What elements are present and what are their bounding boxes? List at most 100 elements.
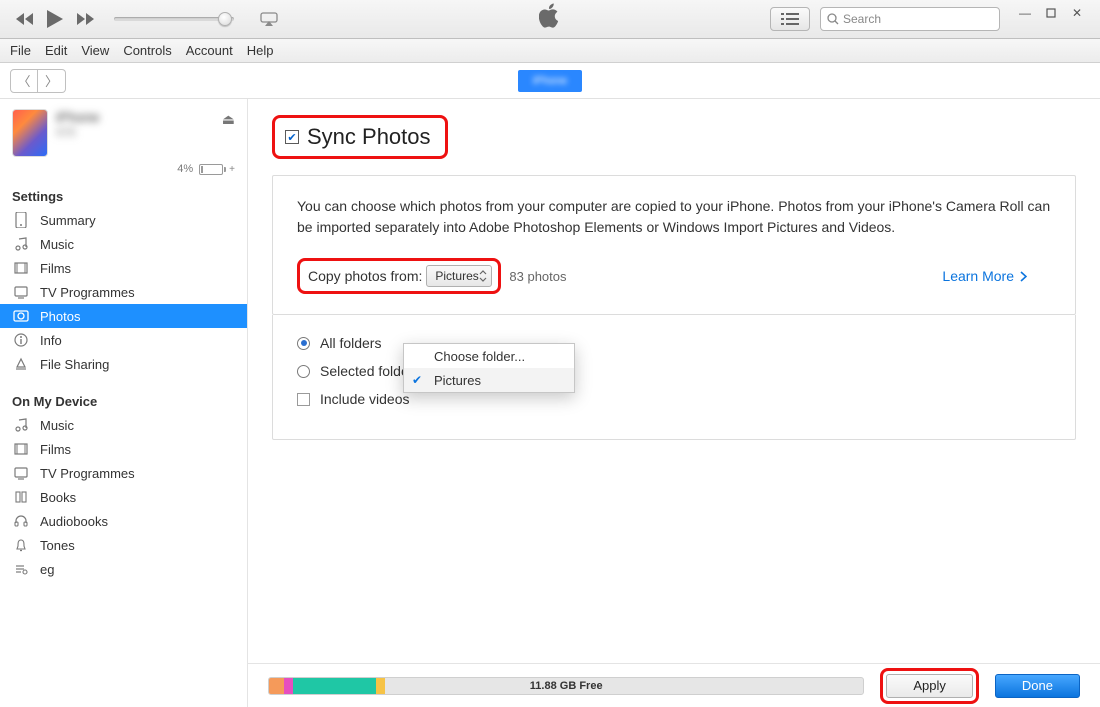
flyout-pictures[interactable]: ✔Pictures bbox=[404, 368, 574, 392]
footer: 11.88 GB Free Apply Done bbox=[248, 663, 1100, 707]
photos-icon bbox=[12, 307, 30, 325]
window-maximize-button[interactable] bbox=[1042, 6, 1060, 20]
sync-photos-title: Sync Photos bbox=[307, 124, 431, 150]
search-input[interactable]: Search bbox=[820, 7, 1000, 31]
tv-icon bbox=[12, 283, 30, 301]
sidebar-item-device-eg[interactable]: eg bbox=[0, 557, 247, 581]
learn-more-link[interactable]: Learn More bbox=[942, 268, 1027, 284]
flyout-choose-folder[interactable]: Choose folder... bbox=[404, 344, 574, 368]
sidebar-item-device-books[interactable]: Books bbox=[0, 485, 247, 509]
airplay-icon[interactable] bbox=[256, 6, 282, 32]
sidebar-item-label: eg bbox=[40, 562, 54, 577]
music-icon bbox=[12, 235, 30, 253]
sidebar-item-filesharing[interactable]: File Sharing bbox=[0, 352, 247, 376]
sidebar-item-label: TV Programmes bbox=[40, 285, 135, 300]
sidebar-item-label: Info bbox=[40, 333, 62, 348]
menubar: File Edit View Controls Account Help bbox=[0, 39, 1100, 63]
device-header[interactable]: iPhone iOS ⏏ bbox=[0, 99, 247, 163]
eject-icon[interactable]: ⏏ bbox=[222, 109, 235, 128]
device-pill[interactable]: iPhone bbox=[518, 70, 582, 92]
window-minimize-button[interactable]: — bbox=[1016, 6, 1034, 20]
storage-free-label: 11.88 GB Free bbox=[530, 680, 603, 692]
done-button[interactable]: Done bbox=[995, 674, 1080, 698]
tones-icon bbox=[12, 536, 30, 554]
volume-slider[interactable] bbox=[114, 17, 234, 21]
battery-percent: 4% bbox=[177, 163, 193, 175]
sidebar-item-summary[interactable]: Summary bbox=[0, 208, 247, 232]
sync-photos-highlight: ✔ Sync Photos bbox=[272, 115, 448, 159]
device-name: iPhone bbox=[56, 109, 214, 125]
sidebar-item-photos[interactable]: Photos bbox=[0, 304, 247, 328]
list-view-button[interactable] bbox=[770, 7, 810, 31]
chevron-right-icon bbox=[1020, 271, 1027, 282]
menu-help[interactable]: Help bbox=[247, 43, 274, 58]
menu-file[interactable]: File bbox=[10, 43, 31, 58]
storage-bar: 11.88 GB Free bbox=[268, 677, 864, 695]
storage-seg-pink bbox=[284, 678, 293, 694]
info-icon bbox=[12, 331, 30, 349]
sidebar-item-device-tones[interactable]: Tones bbox=[0, 533, 247, 557]
copy-photos-dropdown[interactable]: Pictures bbox=[426, 265, 492, 287]
previous-button[interactable] bbox=[12, 6, 38, 32]
top-toolbar: Search — ✕ bbox=[0, 0, 1100, 39]
photo-count: 83 photos bbox=[509, 269, 566, 284]
play-button[interactable] bbox=[44, 8, 66, 30]
next-button[interactable] bbox=[72, 6, 98, 32]
menu-account[interactable]: Account bbox=[186, 43, 233, 58]
audiobooks-icon bbox=[12, 512, 30, 530]
sidebar-item-label: Films bbox=[40, 442, 71, 457]
sidebar-item-label: File Sharing bbox=[40, 357, 109, 372]
sync-options-panel: All folders Selected folders Include vid… bbox=[272, 315, 1076, 440]
device-subtitle: iOS bbox=[56, 125, 214, 139]
sync-description-panel: You can choose which photos from your co… bbox=[272, 175, 1076, 315]
sidebar-header-device: On My Device bbox=[0, 390, 247, 413]
menu-edit[interactable]: Edit bbox=[45, 43, 67, 58]
sidebar-item-label: Tones bbox=[40, 538, 75, 553]
storage-seg-orange bbox=[269, 678, 284, 694]
sidebar-item-device-tv[interactable]: TV Programmes bbox=[0, 461, 247, 485]
chevron-updown-icon bbox=[479, 270, 487, 282]
sidebar-item-device-music[interactable]: Music bbox=[0, 413, 247, 437]
sidebar-item-label: TV Programmes bbox=[40, 466, 135, 481]
sidebar-item-info[interactable]: Info bbox=[0, 328, 247, 352]
storage-seg-yellow bbox=[376, 678, 385, 694]
films-icon bbox=[12, 259, 30, 277]
sync-photos-checkbox[interactable]: ✔ bbox=[285, 130, 299, 144]
option-label: All folders bbox=[320, 335, 381, 351]
sidebar-item-films[interactable]: Films bbox=[0, 256, 247, 280]
sidebar-item-tv[interactable]: TV Programmes bbox=[0, 280, 247, 304]
checkbox-icon bbox=[297, 393, 310, 406]
back-button[interactable]: 〈 bbox=[10, 69, 38, 93]
music-icon bbox=[12, 416, 30, 434]
copy-photos-label: Copy photos from: bbox=[308, 268, 422, 284]
radio-icon bbox=[297, 337, 310, 350]
copy-photos-flyout: Choose folder... ✔Pictures bbox=[403, 343, 575, 393]
option-label: Include videos bbox=[320, 391, 410, 407]
battery-icon bbox=[199, 164, 223, 175]
storage-seg-teal bbox=[293, 678, 376, 694]
dropdown-value: Pictures bbox=[435, 269, 478, 283]
sidebar-item-label: Photos bbox=[40, 309, 80, 324]
apply-button[interactable]: Apply bbox=[886, 674, 973, 698]
device-thumbnail bbox=[12, 109, 48, 157]
sidebar: iPhone iOS ⏏ 4% + Settings Summary Music… bbox=[0, 99, 248, 707]
sidebar-item-music[interactable]: Music bbox=[0, 232, 247, 256]
menu-controls[interactable]: Controls bbox=[123, 43, 171, 58]
sidebar-item-device-audiobooks[interactable]: Audiobooks bbox=[0, 509, 247, 533]
window-close-button[interactable]: ✕ bbox=[1068, 6, 1086, 20]
secondary-toolbar: 〈 〉 iPhone bbox=[0, 63, 1100, 99]
sidebar-header-settings: Settings bbox=[0, 185, 247, 208]
apple-logo-icon bbox=[539, 3, 561, 36]
sidebar-item-label: Music bbox=[40, 418, 74, 433]
option-include-videos[interactable]: Include videos bbox=[297, 391, 1051, 407]
sidebar-item-device-films[interactable]: Films bbox=[0, 437, 247, 461]
summary-icon bbox=[12, 211, 30, 229]
content-area: ✔ Sync Photos You can choose which photo… bbox=[248, 99, 1100, 707]
apply-highlight: Apply bbox=[880, 668, 979, 704]
menu-view[interactable]: View bbox=[81, 43, 109, 58]
search-placeholder: Search bbox=[843, 12, 881, 26]
playlist-icon bbox=[12, 560, 30, 578]
volume-thumb[interactable] bbox=[218, 12, 232, 26]
forward-button[interactable]: 〉 bbox=[38, 69, 66, 93]
radio-icon bbox=[297, 365, 310, 378]
